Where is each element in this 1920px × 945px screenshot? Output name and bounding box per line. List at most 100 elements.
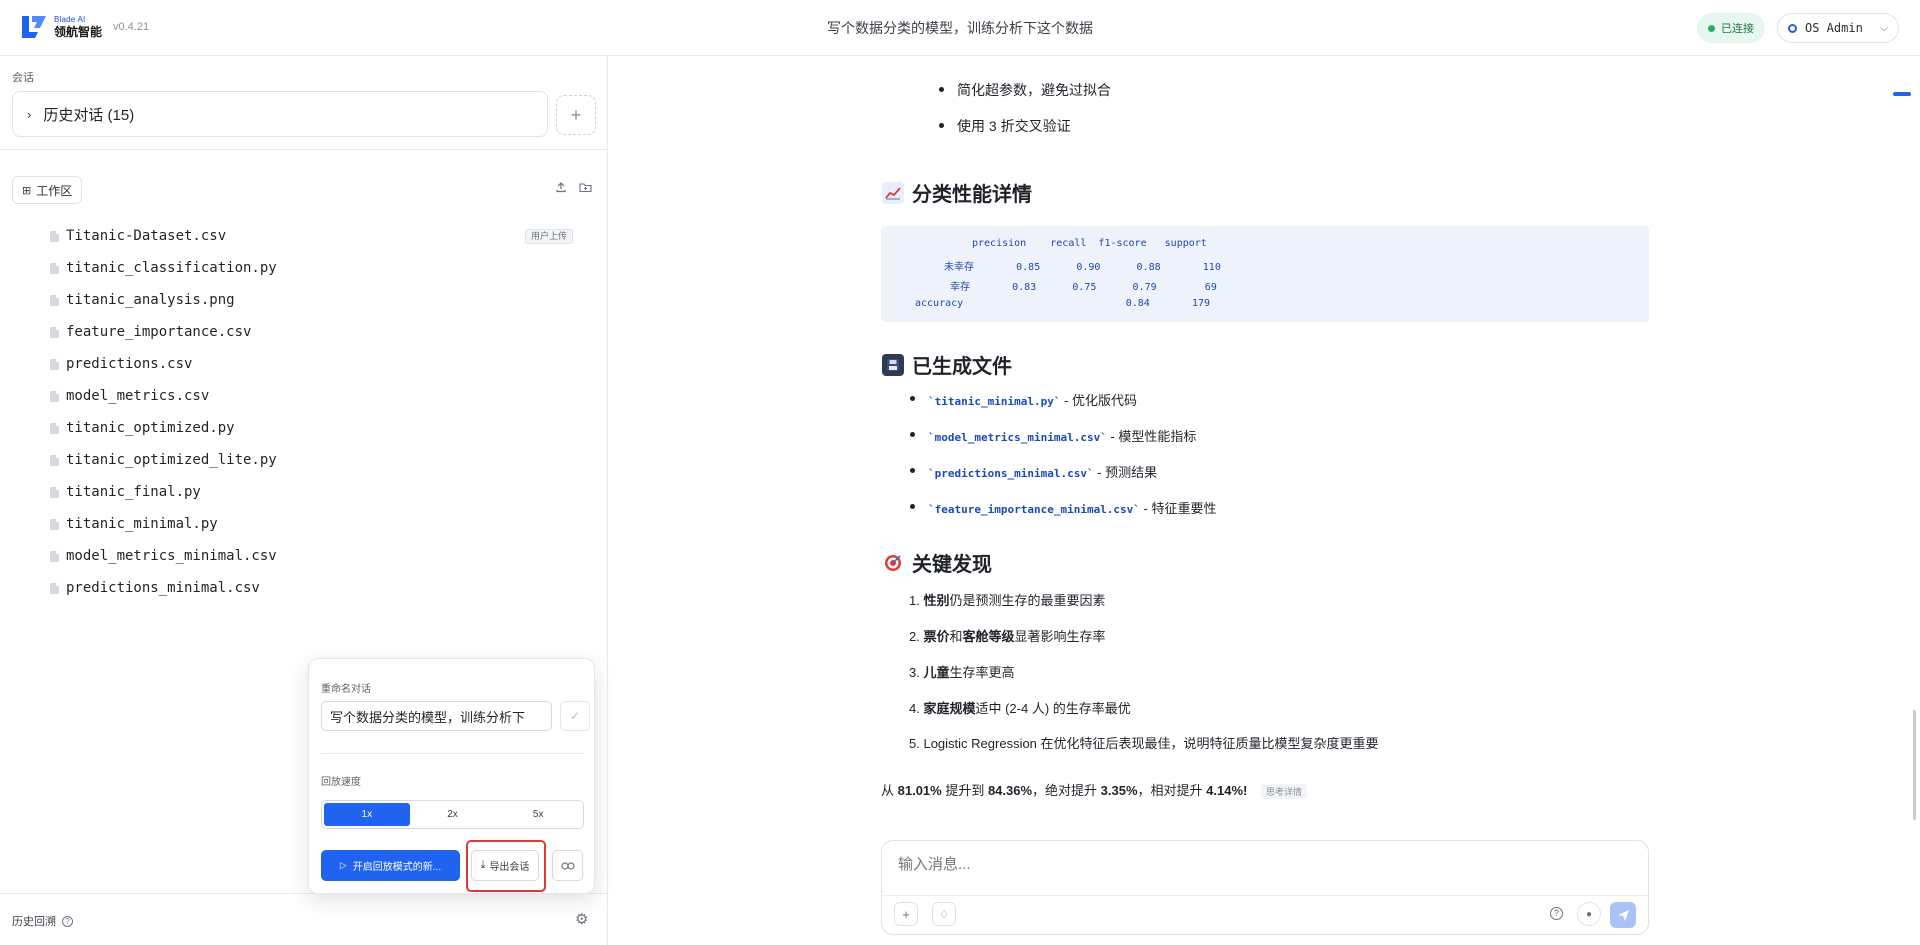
file-name: predictions.csv: [66, 356, 193, 372]
play-icon: ▷: [339, 860, 347, 870]
file-icon: [50, 390, 59, 402]
section-heading-findings: 关键发现: [882, 548, 992, 577]
report-row: 未幸存 0.85 0.90 0.88 110: [944, 262, 1221, 273]
finding-text: 适中 (2-4 人) 的生存率最优: [975, 701, 1131, 716]
section-heading-files: 已生成文件: [882, 350, 1012, 379]
link-icon: [560, 861, 575, 870]
file-item[interactable]: titanic_optimized.py: [0, 412, 607, 444]
file-item[interactable]: titanic_analysis.png: [0, 284, 607, 316]
finding-text: 仍是预测生存的最重要因素: [949, 593, 1106, 608]
send-button[interactable]: [1610, 902, 1636, 928]
user-name: OS Admin: [1805, 21, 1863, 35]
speed-option-2x[interactable]: 2x: [410, 803, 496, 826]
copy-link-button[interactable]: [552, 850, 583, 881]
finding-number: 5.: [909, 736, 920, 751]
workspace-label: 工作区: [36, 183, 73, 198]
floppy-disk-icon: [882, 353, 904, 376]
user-upload-badge: 用户上传: [525, 229, 574, 244]
file-name: Titanic-Dataset.csv: [66, 228, 227, 244]
voice-input-button[interactable]: ●: [1577, 902, 1601, 926]
file-icon: [50, 262, 59, 274]
logo-name: 领航智能: [54, 25, 103, 39]
export-label: 导出会话: [489, 862, 530, 873]
file-name: titanic_analysis.png: [66, 292, 235, 308]
new-conversation-button[interactable]: +: [556, 95, 596, 135]
heading-text: 已生成文件: [912, 356, 1012, 378]
workspace-tab[interactable]: ⊞ 工作区: [12, 176, 83, 204]
finding-number: 2.: [909, 629, 920, 644]
file-item[interactable]: feature_importance.csv: [0, 316, 607, 348]
user-menu-button[interactable]: OS Admin ⌵: [1777, 13, 1899, 43]
file-name: feature_importance.csv: [66, 324, 252, 340]
minimap-marker[interactable]: [1893, 92, 1911, 96]
file-item[interactable]: titanic_classification.py: [0, 252, 607, 284]
think-details-tag[interactable]: 思考详情: [1261, 784, 1308, 799]
file-item[interactable]: predictions.csv: [0, 348, 607, 380]
attach-button[interactable]: +: [894, 902, 918, 926]
version-label: v0.4.21: [113, 21, 150, 33]
file-item[interactable]: model_metrics_minimal.csv: [0, 540, 607, 572]
finding-keyword: 性别: [923, 593, 950, 608]
logo-tagline: Blade AI: [54, 15, 86, 24]
message-input[interactable]: [898, 856, 1628, 873]
playback-speed-label: 回放速度: [321, 777, 361, 788]
file-icon: [50, 486, 59, 498]
finding-text: 显著影响生存率: [1014, 629, 1106, 644]
history-rewind-toggle[interactable]: 历史回溯 ?: [12, 913, 73, 929]
finding-item: 3. 儿童生存率更高: [909, 662, 1015, 681]
chat-main: 简化超参数，避免过拟合 使用 3 折交叉验证 分类性能详情 precision …: [608, 56, 1920, 945]
tree-icon: ⊞: [22, 184, 32, 197]
rename-input[interactable]: [321, 701, 552, 731]
gear-icon[interactable]: ⚙: [575, 910, 588, 928]
summary-value: 81.01%: [897, 783, 942, 798]
list-item: 简化超参数，避免过拟合: [939, 82, 1111, 98]
file-desc: - 特征重要性: [1139, 501, 1217, 516]
summary-value: 3.35%: [1100, 783, 1138, 798]
divider: [882, 895, 1648, 896]
finding-number: 3.: [909, 665, 920, 680]
logo[interactable]: Blade AI 领航智能: [20, 14, 102, 40]
ideas-button[interactable]: ♢: [932, 902, 956, 926]
start-replay-button[interactable]: ▷ 开启回放模式的新...: [321, 850, 460, 881]
microphone-icon: ●: [1585, 908, 1593, 920]
file-name: titanic_optimized_lite.py: [66, 452, 277, 468]
confirm-rename-button[interactable]: ✓: [560, 701, 590, 731]
finding-item: 4. 家庭规模适中 (2-4 人) 的生存率最优: [909, 698, 1131, 717]
finding-number: 4.: [909, 701, 920, 716]
speed-option-5x[interactable]: 5x: [495, 803, 581, 826]
playback-speed-selector: 1x 2x 5x: [321, 800, 584, 829]
help-icon[interactable]: ?: [62, 915, 73, 927]
file-item[interactable]: model_metrics.csv: [0, 380, 607, 412]
file-desc: - 模型性能指标: [1106, 429, 1197, 444]
summary-text: !: [1243, 783, 1248, 798]
file-item[interactable]: titanic_final.py: [0, 476, 607, 508]
finding-text: Logistic Regression 在优化特征后表现最佳，说明特征质量比模型…: [923, 736, 1379, 751]
summary-line: 从 81.01% 提升到 84.36%，绝对提升 3.35%，相对提升 4.14…: [881, 780, 1308, 799]
file-code: `titanic_minimal.py`: [928, 395, 1061, 408]
file-icon: [50, 294, 59, 306]
report-header: precision recall f1-score support: [972, 238, 1207, 249]
file-item[interactable]: Titanic-Dataset.csv 用户上传: [0, 220, 607, 252]
file-item[interactable]: predictions_minimal.csv: [0, 572, 607, 604]
scrollbar-thumb[interactable]: [1913, 710, 1916, 820]
file-item[interactable]: titanic_optimized_lite.py: [0, 444, 607, 476]
file-name: titanic_optimized.py: [66, 420, 235, 436]
help-icon[interactable]: ?: [1550, 907, 1563, 920]
classification-report-block: precision recall f1-score support 未幸存 0.…: [881, 226, 1649, 322]
file-name: model_metrics.csv: [66, 388, 210, 404]
folder-add-icon[interactable]: [579, 181, 595, 197]
upload-icon[interactable]: [555, 181, 571, 197]
export-conversation-button[interactable]: ⤓ 导出会话: [471, 850, 539, 881]
send-icon: [1617, 909, 1629, 921]
file-name: model_metrics_minimal.csv: [66, 548, 277, 564]
speed-option-1x[interactable]: 1x: [324, 803, 410, 826]
message-composer: + ♢ ? ●: [881, 840, 1649, 935]
file-item[interactable]: titanic_minimal.py: [0, 508, 607, 540]
file-desc: - 优化版代码: [1060, 393, 1138, 408]
status-dot-icon: [1708, 24, 1715, 32]
summary-text: ，绝对提升: [1032, 783, 1101, 798]
check-icon: ✓: [569, 709, 581, 723]
history-dropdown[interactable]: › 历史对话 (15): [12, 91, 548, 137]
finding-keyword: 票价: [923, 629, 950, 644]
summary-text: 提升到: [941, 783, 988, 798]
